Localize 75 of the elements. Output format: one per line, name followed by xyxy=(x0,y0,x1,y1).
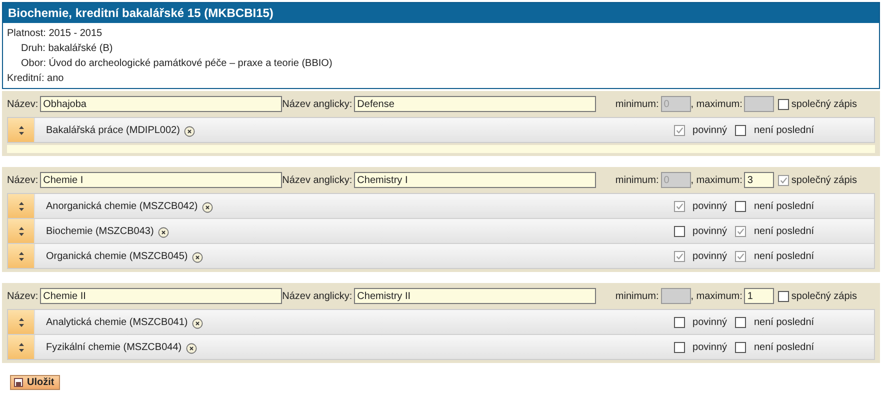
checkbox[interactable] xyxy=(735,250,746,262)
checkbox-label: není poslední xyxy=(754,342,816,352)
checkbox-label: není poslední xyxy=(754,226,816,236)
remove-icon[interactable] xyxy=(184,342,197,354)
field-label: , maximum: xyxy=(690,290,744,302)
checkbox[interactable] xyxy=(735,226,746,236)
maximum-field[interactable]: 3 xyxy=(744,172,774,188)
checkbox[interactable] xyxy=(735,124,746,136)
checkbox[interactable] xyxy=(778,290,790,302)
checkbox[interactable] xyxy=(778,174,790,186)
course-name: Anorganická chemie (MSZCB042) xyxy=(46,200,198,212)
english-name-field[interactable]: Chemistry I xyxy=(354,172,596,188)
drag-handle-icon[interactable] xyxy=(18,202,24,210)
checkbox[interactable] xyxy=(674,316,685,328)
course-name: Analytická chemie (MSZCB041) xyxy=(46,316,188,328)
checkbox-label: společný zápis xyxy=(791,174,857,186)
checkbox-label: povinný xyxy=(692,316,727,328)
field-label: Název anglicky: xyxy=(282,174,354,186)
english-name-field[interactable]: Defense xyxy=(354,96,596,112)
checkbox[interactable] xyxy=(735,342,746,352)
checkbox-label: povinný xyxy=(692,226,727,236)
drag-handle-icon[interactable] xyxy=(18,226,24,236)
field-label: Název anglicky: xyxy=(282,98,354,110)
info-line: Platnost: 2015 - 2015 xyxy=(7,27,104,40)
field-label: Název: xyxy=(7,290,40,302)
field-label: Název anglicky: xyxy=(282,290,354,302)
checkbox[interactable] xyxy=(674,200,685,212)
checkbox-label: není poslední xyxy=(754,200,816,212)
checkbox[interactable] xyxy=(674,342,685,352)
info-line: Obor: Úvod do archeologické památkové péče – praxe a teorie (BBIO) xyxy=(20,57,334,70)
checkbox[interactable] xyxy=(778,98,790,110)
course-name: Fyzikální chemie (MSZCB044) xyxy=(46,342,182,352)
checkbox[interactable] xyxy=(735,316,746,328)
checkbox-label: společný zápis xyxy=(791,290,857,302)
save-icon xyxy=(14,378,23,387)
drag-handle-icon[interactable] xyxy=(18,342,24,352)
save-button[interactable]: Uložit xyxy=(10,375,60,390)
name-field[interactable]: Chemie II xyxy=(40,288,282,304)
remove-icon[interactable] xyxy=(182,126,195,138)
name-field[interactable]: Obhajoba xyxy=(40,96,282,112)
checkbox[interactable] xyxy=(735,200,746,212)
drag-handle-icon[interactable] xyxy=(18,318,24,326)
field-label: Název: xyxy=(7,174,40,186)
drag-handle-icon[interactable] xyxy=(18,252,24,260)
field-label: minimum: xyxy=(615,98,660,110)
checkbox-label: není poslední xyxy=(754,316,816,328)
field-label: , maximum: xyxy=(690,174,744,186)
name-field[interactable]: Chemie I xyxy=(40,172,282,188)
remove-icon[interactable] xyxy=(200,202,213,214)
remove-icon[interactable] xyxy=(190,252,203,264)
remove-icon[interactable] xyxy=(156,226,169,238)
checkbox-label: není poslední xyxy=(754,250,816,262)
checkbox[interactable] xyxy=(674,250,685,262)
field-label: Název: xyxy=(7,98,40,110)
checkbox-label: povinný xyxy=(692,342,727,352)
drag-handle-icon[interactable] xyxy=(18,126,24,134)
checkbox-label: povinný xyxy=(692,250,727,262)
checkbox[interactable] xyxy=(674,124,685,136)
english-name-field[interactable]: Chemistry II xyxy=(354,288,596,304)
course-name: Biochemie (MSZCB043) xyxy=(46,226,154,236)
checkbox[interactable] xyxy=(674,226,685,236)
remove-icon[interactable] xyxy=(190,318,203,330)
course-name: Bakalářská práce (MDIPL002) xyxy=(46,124,180,136)
course-name: Organická chemie (MSZCB045) xyxy=(46,250,188,262)
maximum-field[interactable]: 1 xyxy=(744,288,774,304)
info-line: Kreditní: ano xyxy=(7,72,65,85)
checkbox-label: společný zápis xyxy=(791,98,857,110)
panel-title: Biochemie, kreditní bakalářské 15 (MKBCBI15) xyxy=(3,3,879,23)
field-label: minimum: xyxy=(615,290,660,302)
checkbox-label: povinný xyxy=(692,124,727,136)
info-line: Druh: bakalářské (B) xyxy=(20,42,114,55)
field-label: , maximum: xyxy=(690,98,744,110)
checkbox-label: povinný xyxy=(692,200,727,212)
field-label: minimum: xyxy=(615,174,660,186)
checkbox-label: není poslední xyxy=(754,124,816,136)
